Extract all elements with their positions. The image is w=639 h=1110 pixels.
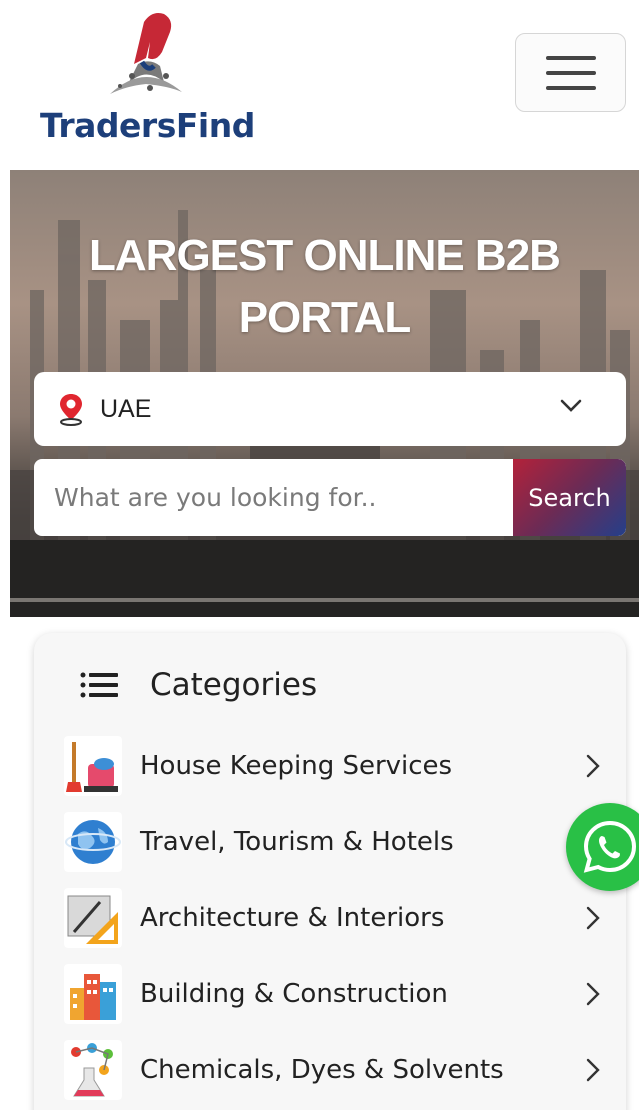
categories-header: Categories (80, 667, 317, 703)
list-icon (80, 672, 118, 698)
logo-mark-icon (110, 13, 182, 94)
chevron-right-icon (586, 754, 600, 778)
chevron-right-icon (586, 982, 600, 1006)
category-item-architecture[interactable]: Architecture & Interiors (64, 885, 604, 951)
chemicals-icon (64, 1040, 122, 1100)
category-item-building[interactable]: Building & Construction (64, 961, 604, 1027)
categories-card: Categories House Keeping Services Travel… (34, 633, 626, 1110)
logo-text: TradersFind (40, 106, 255, 145)
search-bar: Search (34, 459, 626, 536)
category-item-chemicals[interactable]: Chemicals, Dyes & Solvents (64, 1037, 604, 1103)
architecture-icon (64, 888, 122, 948)
chevron-right-icon (586, 906, 600, 930)
categories-title: Categories (150, 667, 318, 703)
category-item-house-keeping[interactable]: House Keeping Services (64, 733, 604, 799)
hero-title: LARGEST ONLINE B2B PORTAL (89, 231, 561, 342)
category-item-travel[interactable]: Travel, Tourism & Hotels (64, 809, 604, 875)
tradersfind-logo[interactable]: TradersFind (40, 6, 255, 146)
whatsapp-icon (583, 820, 637, 873)
category-label: House Keeping Services (140, 751, 453, 781)
map-pin-icon (60, 394, 82, 426)
category-label: Chemicals, Dyes & Solvents (140, 1055, 504, 1085)
globe-travel-icon (64, 812, 122, 872)
chevron-right-icon (586, 1058, 600, 1082)
search-input[interactable] (34, 459, 514, 536)
hamburger-menu-icon (545, 55, 596, 60)
category-label: Travel, Tourism & Hotels (140, 827, 454, 857)
building-icon (64, 964, 122, 1024)
location-select[interactable]: UAE (34, 372, 626, 446)
search-button[interactable]: Search (513, 459, 626, 536)
category-label: Architecture & Interiors (140, 903, 445, 933)
chevron-down-icon (560, 399, 582, 412)
category-label: Building & Construction (140, 979, 448, 1009)
hamburger-menu-button[interactable] (515, 33, 626, 112)
housekeeping-icon (64, 736, 122, 796)
site-header: TradersFind (0, 0, 639, 170)
location-value: UAE (100, 394, 152, 423)
